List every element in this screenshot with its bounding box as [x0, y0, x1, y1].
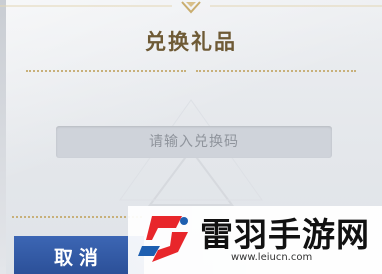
dialog-title: 兑换礼品: [145, 29, 237, 54]
title-divider-left: [26, 70, 186, 72]
gold-ornament-icon: [0, 1, 382, 14]
title-divider-right: [196, 70, 356, 72]
redeem-code-field[interactable]: [56, 125, 332, 159]
site-url: www.leiucn.com: [231, 252, 313, 263]
cancel-button[interactable]: 取消: [14, 236, 144, 274]
redeem-gift-dialog: 兑换礼品 取消 雷羽手游网 www.leiucn.com: [0, 0, 382, 274]
redeem-code-input[interactable]: [56, 125, 332, 159]
leiyu-logo-icon: [138, 216, 188, 262]
site-name: 雷羽手游网: [200, 215, 370, 254]
site-watermark: 雷羽手游网 www.leiucn.com: [128, 206, 382, 274]
bottom-divider-left: [12, 216, 142, 218]
